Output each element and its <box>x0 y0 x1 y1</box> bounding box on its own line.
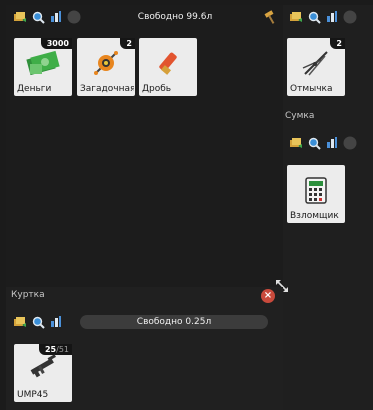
bag-title: Сумка <box>285 111 315 121</box>
item-label: Загадочная <box>80 84 134 94</box>
close-icon[interactable]: × <box>261 289 275 303</box>
item-count-current: 25 <box>44 345 57 354</box>
hammer-icon[interactable] <box>263 9 279 25</box>
shotgun-shell-icon <box>159 52 177 75</box>
stats-icon[interactable] <box>48 9 64 25</box>
search-icon[interactable] <box>306 9 322 25</box>
jacket-capacity-bar: Свободно 0.25л <box>80 315 268 329</box>
sort-toggle-icon[interactable] <box>342 135 358 151</box>
jacket-title: Куртка <box>11 290 45 300</box>
main-toolbar <box>12 9 84 25</box>
item-label: Деньги <box>17 84 52 94</box>
search-icon[interactable] <box>30 9 46 25</box>
stats-icon[interactable] <box>324 9 340 25</box>
move-items-icon[interactable] <box>12 9 28 25</box>
lockpick-icon <box>302 51 328 76</box>
item-label: Дробь <box>142 84 172 94</box>
bag-toolbar <box>288 135 360 151</box>
sort-toggle-icon[interactable] <box>342 9 358 25</box>
smg-icon <box>30 354 56 378</box>
hacker-device-icon <box>305 177 327 204</box>
item-slot-shot[interactable]: Дробь <box>139 38 197 96</box>
right-container-panel: 2 Отмычка Сумка Взломщик <box>283 5 373 410</box>
jacket-toolbar <box>12 314 66 330</box>
right-toolbar <box>288 9 360 25</box>
item-slot-mystery[interactable]: 2 Загадочная <box>77 38 135 96</box>
search-icon[interactable] <box>306 135 322 151</box>
sort-toggle-icon[interactable] <box>66 9 82 25</box>
item-slot-money[interactable]: 3000 Деньги <box>14 38 72 96</box>
item-label: Отмычка <box>290 84 333 94</box>
stats-icon[interactable] <box>48 314 64 330</box>
move-items-icon[interactable] <box>288 9 304 25</box>
item-count-max: /51 <box>56 345 69 354</box>
main-container-panel: Свободно 99.6л 3000 Деньги 2 Загадочная <box>6 5 283 288</box>
jacket-container-panel: Куртка × Свободно 0.25л 25/51 UMP45 <box>6 287 283 410</box>
item-slot-ump45[interactable]: 25/51 UMP45 <box>14 344 72 402</box>
item-slot-hacker[interactable]: Взломщик <box>287 165 345 223</box>
move-items-icon[interactable] <box>288 135 304 151</box>
mystery-device-icon <box>94 51 118 75</box>
stats-icon[interactable] <box>324 135 340 151</box>
item-label: Взломщик <box>290 211 339 221</box>
money-icon <box>26 50 60 76</box>
search-icon[interactable] <box>30 314 46 330</box>
move-items-icon[interactable] <box>12 314 28 330</box>
main-capacity-label: Свободно 99.6л <box>137 12 213 22</box>
item-label: UMP45 <box>17 390 49 400</box>
item-slot-lockpick[interactable]: 2 Отмычка <box>287 38 345 96</box>
